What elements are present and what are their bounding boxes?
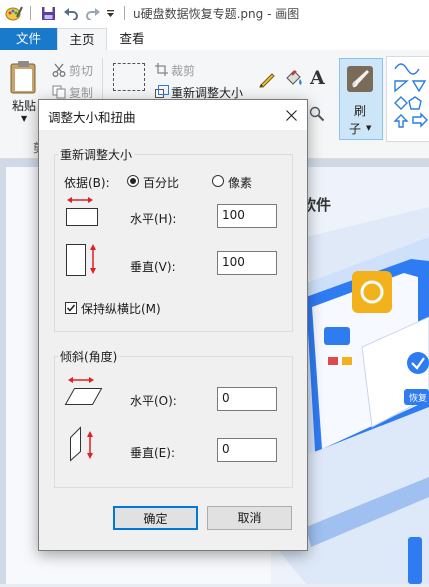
- crop-button[interactable]: 裁剪: [171, 62, 195, 79]
- skew-horizontal-input[interactable]: 0: [217, 387, 277, 411]
- vertical-resize-icon: [65, 240, 101, 281]
- cut-button[interactable]: 剪切: [69, 62, 93, 79]
- shapes-icon: [393, 63, 428, 128]
- skew-group-title: 倾斜(角度): [58, 348, 120, 365]
- resize-vertical-label: 垂直(V):: [130, 260, 176, 274]
- magnifier-icon[interactable]: [309, 106, 325, 125]
- by-label: 依据(B):: [64, 176, 110, 190]
- crop-icon: [155, 63, 168, 79]
- window-title: u硬盘数据恢复专题.png - 画图: [133, 7, 300, 21]
- brushes-label-bottom: 子: [349, 122, 362, 136]
- paste-dropdown-icon[interactable]: ▼: [21, 114, 27, 123]
- save-icon[interactable]: [38, 4, 58, 22]
- horizontal-skew-icon: [64, 376, 104, 411]
- brush-icon: [345, 64, 375, 97]
- title-bar: u硬盘数据恢复专题.png - 画图: [0, 0, 429, 28]
- select-tool-icon[interactable]: [113, 63, 145, 91]
- dialog-title: 调整大小和扭曲: [48, 110, 136, 125]
- separator: [120, 4, 128, 22]
- skew-vertical-label: 垂直(E):: [130, 446, 175, 460]
- tab-view[interactable]: 查看: [108, 28, 156, 50]
- tab-home[interactable]: 主页: [57, 28, 107, 52]
- percent-label[interactable]: 百分比: [143, 174, 179, 191]
- close-button[interactable]: [277, 101, 305, 129]
- text-tool-icon[interactable]: A: [310, 67, 325, 89]
- dialog-title-bar: 调整大小和扭曲: [39, 100, 307, 130]
- scissors-icon: [52, 63, 66, 80]
- redo-icon[interactable]: [83, 4, 103, 22]
- resize-horizontal-label: 水平(H):: [130, 212, 177, 226]
- brushes-dropdown-icon: ▼: [366, 124, 372, 132]
- skew-vertical-input[interactable]: 0: [217, 438, 277, 462]
- maintain-aspect-checkbox[interactable]: [65, 302, 77, 314]
- percent-radio[interactable]: [127, 175, 139, 187]
- pixels-label[interactable]: 像素: [228, 174, 252, 191]
- customize-qat-icon[interactable]: [104, 4, 116, 22]
- skew-horizontal-label: 水平(O):: [130, 394, 177, 408]
- ribbon-tabs: 文件 主页 查看: [0, 28, 429, 52]
- separator: [26, 4, 34, 22]
- pixels-radio[interactable]: [212, 175, 224, 187]
- pencil-icon[interactable]: [258, 70, 276, 91]
- shapes-gallery[interactable]: [386, 56, 429, 142]
- undo-icon[interactable]: [61, 4, 81, 22]
- resize-horizontal-input[interactable]: 100: [217, 204, 277, 228]
- ok-button[interactable]: 确定: [113, 506, 198, 530]
- maintain-aspect-label[interactable]: 保持纵横比(M): [81, 300, 161, 317]
- clipboard-icon[interactable]: [9, 60, 39, 97]
- horizontal-resize-icon: [64, 194, 100, 231]
- tab-file[interactable]: 文件: [0, 28, 57, 50]
- resize-group-title: 重新调整大小: [58, 146, 135, 163]
- paint-app-icon[interactable]: [3, 4, 25, 22]
- vertical-skew-icon: [68, 425, 102, 466]
- resize-vertical-input[interactable]: 100: [217, 251, 277, 275]
- brushes-button[interactable]: 刷 子 ▼: [339, 58, 383, 140]
- resize-skew-dialog: 调整大小和扭曲 重新调整大小 依据(B): 百分比 像素 水平(H): 100 …: [38, 99, 308, 551]
- close-icon: [285, 109, 297, 121]
- cancel-button[interactable]: 取消: [207, 506, 292, 530]
- paste-button[interactable]: 粘贴: [12, 97, 36, 114]
- canvas-card-text: 恢复: [409, 394, 428, 404]
- checkmark-icon: [66, 304, 76, 312]
- brushes-label-top: 刷: [354, 104, 367, 118]
- fill-icon[interactable]: [284, 70, 304, 91]
